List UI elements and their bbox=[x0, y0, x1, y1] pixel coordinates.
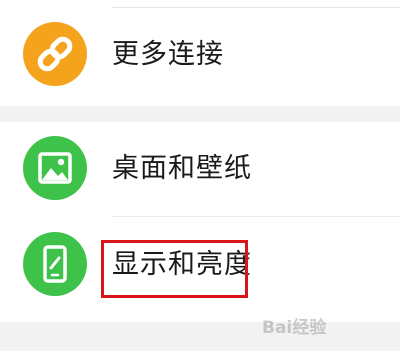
divider bbox=[112, 216, 400, 217]
settings-item-more-connections[interactable]: 更多连接 bbox=[0, 10, 400, 106]
watermark-text: Bai经验 bbox=[262, 318, 327, 338]
settings-item-desktop-wallpaper[interactable]: 桌面和壁纸 bbox=[0, 124, 400, 220]
link-icon bbox=[23, 22, 87, 86]
watermark: Bai经验 bbox=[262, 315, 392, 341]
settings-screen: 更多连接 桌面和壁纸 显示和亮度 Bai经验 bbox=[0, 0, 400, 351]
highlight-annotation bbox=[101, 240, 248, 298]
settings-item-label: 桌面和壁纸 bbox=[112, 153, 252, 184]
settings-item-label: 更多连接 bbox=[112, 39, 224, 70]
divider bbox=[112, 7, 400, 8]
phone-brightness-icon bbox=[23, 232, 87, 296]
image-icon bbox=[23, 136, 87, 200]
